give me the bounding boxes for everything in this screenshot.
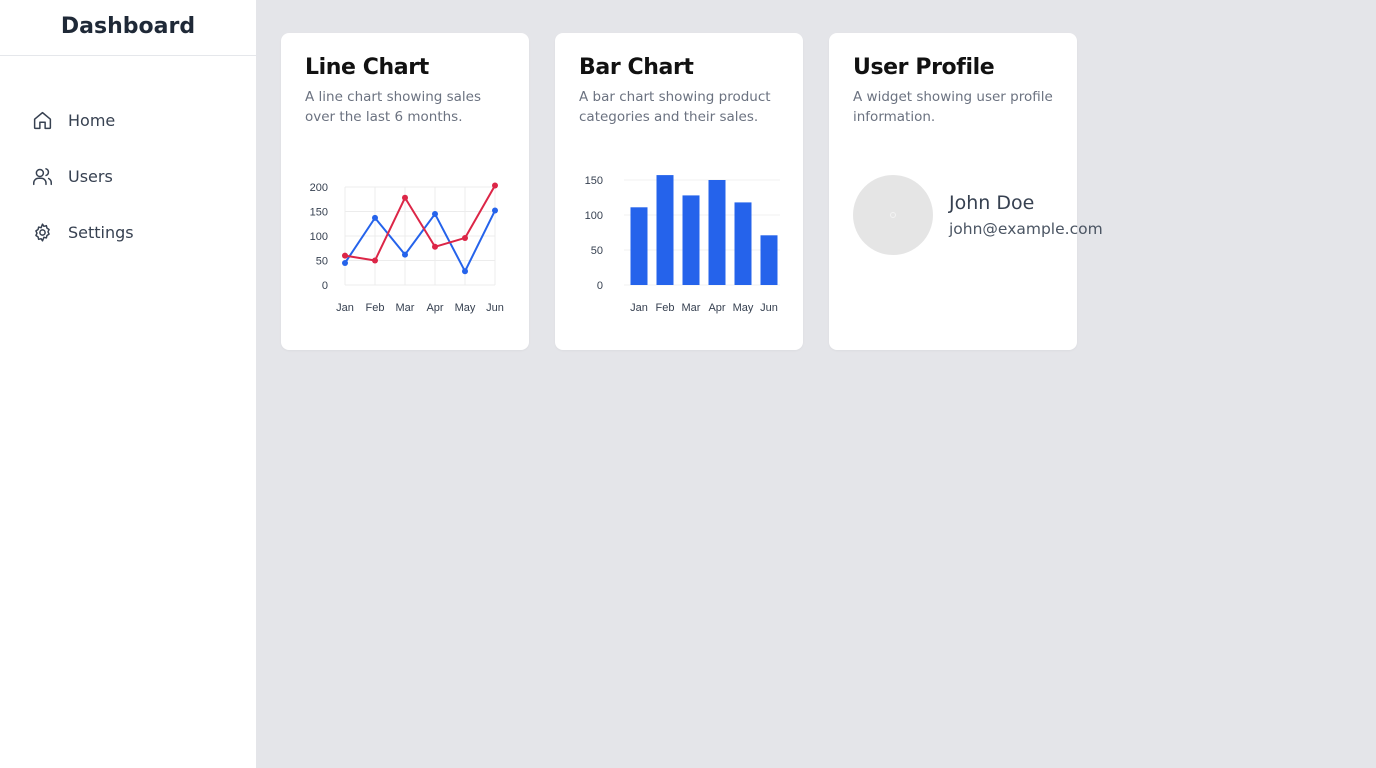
y-tick-label: 50 [591, 245, 603, 257]
x-tick-label: Jun [760, 302, 778, 314]
y-tick-label: 0 [597, 280, 603, 292]
x-tick-label: Feb [656, 302, 675, 314]
sidebar-item-users[interactable]: Users [0, 148, 256, 204]
y-tick-label: 50 [316, 256, 328, 268]
card-title: User Profile [853, 55, 995, 80]
bar [682, 195, 700, 285]
home-icon [31, 109, 53, 131]
data-point [372, 257, 378, 264]
data-point [492, 182, 498, 189]
sidebar-item-label: Home [68, 110, 116, 130]
user-email: john@example.com [949, 220, 1103, 238]
x-tick-label: May [733, 302, 754, 314]
card-description: A widget showing user profile informatio… [853, 89, 1053, 125]
data-point [372, 214, 378, 221]
y-tick-label: 150 [585, 175, 603, 187]
x-tick-label: Jan [630, 302, 648, 314]
sidebar-header: Dashboard [0, 0, 256, 56]
data-point [492, 207, 498, 214]
line-chart-card: Line Chart A line chart showing sales ov… [281, 33, 529, 350]
x-tick-label: Apr [426, 302, 443, 314]
avatar [853, 175, 933, 255]
x-tick-label: Jan [336, 302, 354, 314]
sidebar-item-label: Settings [68, 222, 134, 242]
sidebar-item-home[interactable]: Home [0, 92, 256, 148]
bar [656, 175, 674, 285]
data-point [402, 251, 408, 258]
y-tick-label: 150 [310, 207, 328, 219]
sidebar: Dashboard Home Users Settings [0, 0, 256, 768]
bar-chart-card: Bar Chart A bar chart showing product ca… [555, 33, 803, 350]
app-title: Dashboard [60, 14, 196, 39]
bar [708, 180, 726, 285]
bar-chart: 0 50 100 150 Jan Feb Mar Apr May Jun [585, 175, 780, 314]
x-tick-label: May [455, 302, 476, 314]
bar [760, 235, 778, 285]
bar [734, 202, 752, 285]
x-tick-label: Mar [396, 302, 415, 314]
series-line-1 [344, 185, 496, 262]
gear-icon [31, 221, 53, 243]
data-point [432, 210, 438, 217]
user-name: John Doe [949, 192, 1035, 214]
avatar-placeholder-icon [890, 212, 896, 218]
series-line-0 [344, 210, 496, 273]
x-tick-label: Apr [708, 302, 725, 314]
data-point [402, 194, 408, 201]
y-tick-label: 0 [322, 280, 328, 292]
sidebar-item-settings[interactable]: Settings [0, 204, 256, 260]
data-point [462, 268, 468, 275]
user-profile-card: User Profile A widget showing user profi… [829, 33, 1103, 350]
main-content: Line Chart A line chart showing sales ov… [256, 0, 1376, 768]
x-tick-label: Feb [366, 302, 385, 314]
line-chart: 0 50 100 150 200 Jan Feb Mar Apr May Jun [310, 182, 504, 314]
y-tick-label: 100 [585, 210, 603, 222]
x-tick-label: Jun [486, 302, 504, 314]
data-point [462, 234, 468, 241]
y-tick-label: 100 [310, 231, 328, 243]
data-point [342, 252, 348, 259]
x-tick-label: Mar [682, 302, 701, 314]
data-point [342, 259, 348, 266]
bar [630, 207, 648, 285]
y-tick-label: 200 [310, 182, 328, 194]
sidebar-item-label: Users [68, 166, 113, 186]
users-icon [31, 165, 53, 187]
sidebar-nav: Home Users Settings [0, 56, 256, 260]
data-point [432, 243, 438, 250]
